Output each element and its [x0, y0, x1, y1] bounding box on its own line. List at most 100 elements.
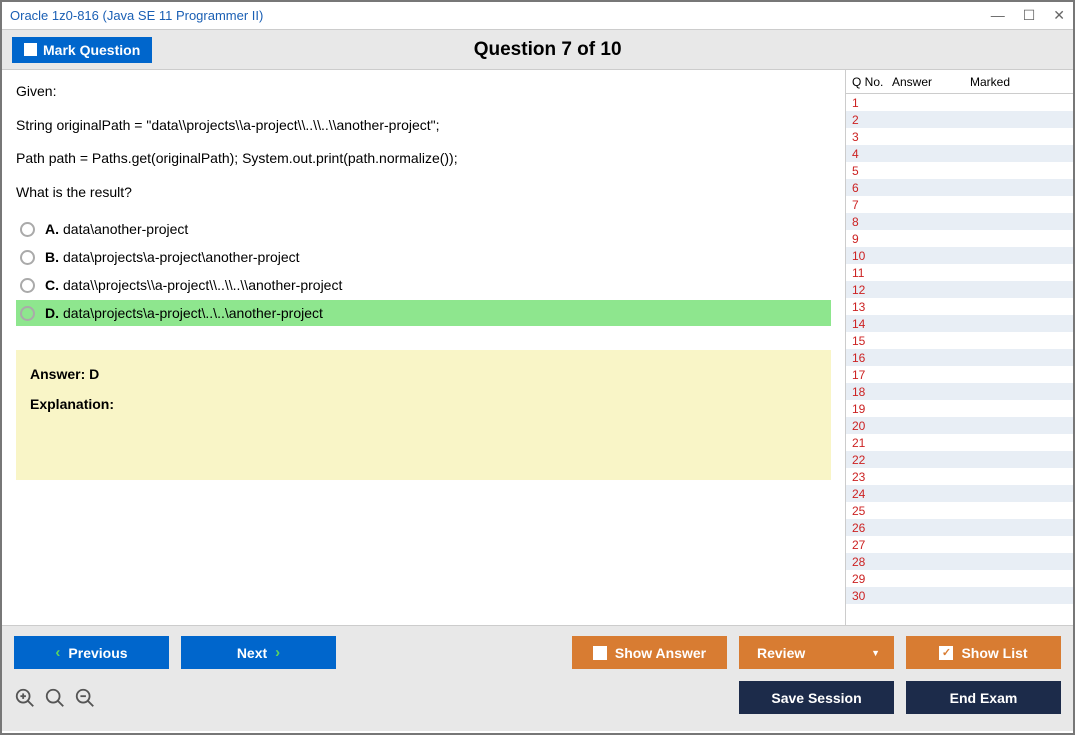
next-label: Next — [237, 645, 267, 661]
sidebar-row-qno: 9 — [846, 232, 892, 246]
sidebar-body[interactable]: 1234567891011121314151617181920212223242… — [846, 94, 1073, 625]
zoom-in-icon[interactable] — [14, 687, 36, 709]
sidebar-row[interactable]: 29 — [846, 570, 1073, 587]
maximize-icon[interactable]: ☐ — [1023, 7, 1036, 24]
sidebar-row[interactable]: 16 — [846, 349, 1073, 366]
show-list-button[interactable]: ✓ Show List — [906, 636, 1061, 669]
sidebar-row[interactable]: 9 — [846, 230, 1073, 247]
sidebar-row[interactable]: 20 — [846, 417, 1073, 434]
minimize-icon[interactable]: — — [991, 7, 1005, 24]
mark-question-label: Mark Question — [43, 42, 140, 58]
sidebar-row[interactable]: 3 — [846, 128, 1073, 145]
option-text: A.data\another-project — [45, 221, 188, 237]
sidebar-row-qno: 22 — [846, 453, 892, 467]
mark-question-button[interactable]: Mark Question — [12, 37, 152, 63]
option-text: D.data\projects\a-project\..\..\another-… — [45, 305, 323, 321]
option-b[interactable]: B.data\projects\a-project\another-projec… — [16, 244, 831, 270]
chevron-left-icon: ‹ — [55, 644, 60, 661]
sidebar-row-qno: 4 — [846, 147, 892, 161]
answer-label: Answer: D — [30, 366, 817, 382]
radio-icon — [20, 306, 35, 321]
sidebar-row[interactable]: 30 — [846, 587, 1073, 604]
sidebar-row[interactable]: 15 — [846, 332, 1073, 349]
footer-row-1: ‹ Previous Next › Show Answer Review ▼ ✓… — [14, 636, 1061, 669]
question-line-4: What is the result? — [16, 183, 831, 203]
sidebar-row[interactable]: 10 — [846, 247, 1073, 264]
sidebar-row[interactable]: 25 — [846, 502, 1073, 519]
sidebar-row-qno: 24 — [846, 487, 892, 501]
sidebar-row[interactable]: 18 — [846, 383, 1073, 400]
option-c[interactable]: C.data\\projects\\a-project\\..\\..\\ano… — [16, 272, 831, 298]
chevron-down-icon: ▼ — [871, 648, 880, 658]
sidebar-row-qno: 11 — [846, 266, 892, 280]
option-text: C.data\\projects\\a-project\\..\\..\\ano… — [45, 277, 342, 293]
sidebar-row-qno: 2 — [846, 113, 892, 127]
question-list-sidebar: Q No. Answer Marked 12345678910111213141… — [845, 70, 1073, 625]
show-answer-button[interactable]: Show Answer — [572, 636, 727, 669]
option-d[interactable]: D.data\projects\a-project\..\..\another-… — [16, 300, 831, 326]
close-icon[interactable]: ✕ — [1053, 7, 1065, 24]
checkbox-icon — [593, 646, 607, 660]
sidebar-row-qno: 30 — [846, 589, 892, 603]
footer-row-2: Save Session End Exam — [14, 681, 1061, 714]
sidebar-row[interactable]: 21 — [846, 434, 1073, 451]
sidebar-header-qno: Q No. — [846, 75, 892, 89]
sidebar-row-qno: 16 — [846, 351, 892, 365]
sidebar-header-answer: Answer — [892, 75, 970, 89]
sidebar-row[interactable]: 4 — [846, 145, 1073, 162]
sidebar-row[interactable]: 8 — [846, 213, 1073, 230]
window-title: Oracle 1z0-816 (Java SE 11 Programmer II… — [10, 8, 991, 23]
title-bar: Oracle 1z0-816 (Java SE 11 Programmer II… — [2, 2, 1073, 30]
sidebar-row-qno: 21 — [846, 436, 892, 450]
sidebar-row[interactable]: 27 — [846, 536, 1073, 553]
main-area: Given: String originalPath = "data\\proj… — [2, 70, 1073, 625]
footer-bar: ‹ Previous Next › Show Answer Review ▼ ✓… — [2, 625, 1073, 731]
sidebar-row[interactable]: 22 — [846, 451, 1073, 468]
sidebar-row-qno: 26 — [846, 521, 892, 535]
zoom-reset-icon[interactable] — [44, 687, 66, 709]
save-session-button[interactable]: Save Session — [739, 681, 894, 714]
sidebar-row[interactable]: 24 — [846, 485, 1073, 502]
sidebar-row[interactable]: 5 — [846, 162, 1073, 179]
sidebar-row-qno: 20 — [846, 419, 892, 433]
previous-label: Previous — [68, 645, 127, 661]
sidebar-row-qno: 27 — [846, 538, 892, 552]
review-button[interactable]: Review ▼ — [739, 636, 894, 669]
checkbox-icon — [24, 43, 37, 56]
checkbox-checked-icon: ✓ — [939, 646, 953, 660]
sidebar-row[interactable]: 19 — [846, 400, 1073, 417]
window-controls: — ☐ ✕ — [991, 7, 1065, 24]
end-exam-button[interactable]: End Exam — [906, 681, 1061, 714]
sidebar-row[interactable]: 14 — [846, 315, 1073, 332]
question-line-3: Path path = Paths.get(originalPath); Sys… — [16, 149, 831, 169]
sidebar-row[interactable]: 13 — [846, 298, 1073, 315]
radio-icon — [20, 278, 35, 293]
question-content: Given: String originalPath = "data\\proj… — [2, 70, 845, 625]
sidebar-row[interactable]: 1 — [846, 94, 1073, 111]
sidebar-row[interactable]: 6 — [846, 179, 1073, 196]
sidebar-row[interactable]: 23 — [846, 468, 1073, 485]
previous-button[interactable]: ‹ Previous — [14, 636, 169, 669]
option-a[interactable]: A.data\another-project — [16, 216, 831, 242]
sidebar-row-qno: 28 — [846, 555, 892, 569]
sidebar-row-qno: 19 — [846, 402, 892, 416]
footer-right-buttons: Save Session End Exam — [739, 681, 1061, 714]
sidebar-row-qno: 12 — [846, 283, 892, 297]
sidebar-row[interactable]: 11 — [846, 264, 1073, 281]
explanation-label: Explanation: — [30, 396, 817, 412]
sidebar-row-qno: 8 — [846, 215, 892, 229]
sidebar-row[interactable]: 7 — [846, 196, 1073, 213]
sidebar-row[interactable]: 2 — [846, 111, 1073, 128]
sidebar-row-qno: 10 — [846, 249, 892, 263]
zoom-out-icon[interactable] — [74, 687, 96, 709]
option-text: B.data\projects\a-project\another-projec… — [45, 249, 300, 265]
save-session-label: Save Session — [771, 690, 861, 706]
sidebar-row[interactable]: 12 — [846, 281, 1073, 298]
sidebar-header-marked: Marked — [970, 75, 1073, 89]
next-button[interactable]: Next › — [181, 636, 336, 669]
review-label: Review — [757, 645, 805, 661]
sidebar-row[interactable]: 17 — [846, 366, 1073, 383]
sidebar-row-qno: 14 — [846, 317, 892, 331]
sidebar-row[interactable]: 28 — [846, 553, 1073, 570]
sidebar-row[interactable]: 26 — [846, 519, 1073, 536]
